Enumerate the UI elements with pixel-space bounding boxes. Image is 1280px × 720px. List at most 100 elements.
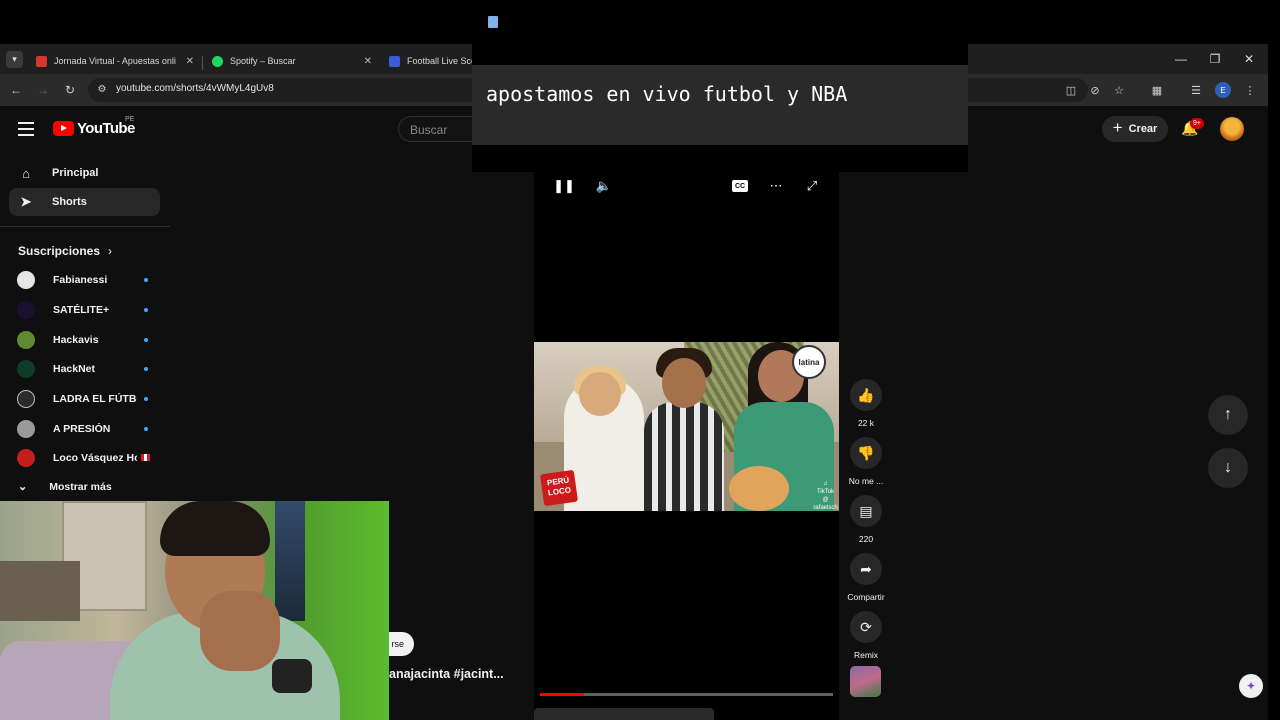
browser-tab-1[interactable]: Jornada Virtual - Apuestas onli ✕ <box>28 48 200 74</box>
more-options-icon[interactable]: ⋯ <box>765 176 787 196</box>
caption-text: apostamos en vivo futbol y NBA <box>486 82 848 106</box>
region-code: PE <box>125 116 135 123</box>
search-placeholder: Buscar <box>410 123 448 137</box>
video-frame[interactable]: latina PERÚ LOCO ♫ TikTok @ rafaelsch <box>534 342 839 511</box>
like-action[interactable]: 👍 22 k <box>848 379 884 428</box>
menu-hamburger-icon[interactable] <box>18 122 34 136</box>
close-tab-icon[interactable]: ✕ <box>364 56 372 67</box>
subscriptions-header[interactable]: Suscripciones › <box>18 244 112 258</box>
webcam-shelf <box>0 561 80 621</box>
share-action[interactable]: ➦ Compartir <box>847 553 885 602</box>
right-black-strip <box>1268 44 1280 720</box>
chevron-down-icon: ⌄ <box>18 481 28 493</box>
thumbs-down-icon[interactable]: 👎 <box>850 437 882 469</box>
install-app-icon[interactable]: ◫ <box>1063 82 1079 98</box>
shorts-icon: ➤ <box>20 194 32 209</box>
next-short-arrow-icon[interactable]: ↓ <box>1208 448 1248 488</box>
channel-name: Hackavis <box>53 334 99 346</box>
show-more-button[interactable]: ⌄ Mostrar más <box>18 480 112 494</box>
close-tab-icon[interactable]: ✕ <box>186 56 194 67</box>
new-content-dot <box>144 278 148 282</box>
new-content-dot <box>144 367 148 371</box>
new-content-dot <box>144 397 148 401</box>
extensions-puzzle-icon[interactable]: ▦ <box>1149 82 1165 98</box>
youtube-logo[interactable]: YouTube PE <box>53 116 135 137</box>
tab-favicon-icon <box>389 55 400 67</box>
reload-icon[interactable]: ↻ <box>60 80 80 100</box>
channel-name: HackNet <box>53 363 96 375</box>
subscriptions-title: Suscripciones <box>18 244 101 258</box>
volume-icon[interactable]: 🔈 <box>593 176 615 196</box>
share-label: Compartir <box>847 592 885 602</box>
remix-icon[interactable]: ⟳ <box>850 611 882 643</box>
audio-source-thumbnail[interactable] <box>850 666 881 697</box>
subscription-item[interactable]: LADRA EL FÚTBOL <box>17 388 157 410</box>
video-person <box>579 372 621 416</box>
channel-avatar <box>17 331 35 349</box>
subscribe-chip-label: rse <box>391 639 404 649</box>
bookmark-star-icon[interactable]: ☆ <box>1111 82 1127 98</box>
tiktok-icon: ♫ <box>823 481 828 487</box>
site-info-icon[interactable]: ⚙ <box>96 84 108 96</box>
pause-icon[interactable]: ❚❚ <box>553 176 575 196</box>
reading-list-icon[interactable]: ☰ <box>1188 82 1204 98</box>
create-label: Crear <box>1128 123 1158 135</box>
caption-overlay-panel: apostamos en vivo futbol y NBA <box>472 0 968 172</box>
address-url: youtube.com/shorts/4vWMyL4gUv8 <box>116 83 274 94</box>
tab-search-button[interactable]: ▾ <box>6 51 23 68</box>
remix-action[interactable]: ⟳ Remix <box>848 611 884 660</box>
share-icon[interactable]: ➦ <box>850 553 882 585</box>
gemini-sparkle-icon[interactable]: ✦ <box>1239 674 1263 698</box>
video-progress-bar[interactable] <box>540 693 833 696</box>
user-avatar[interactable] <box>1220 117 1244 141</box>
show-more-label: Mostrar más <box>49 480 112 493</box>
close-window-icon[interactable]: ✕ <box>1232 44 1266 74</box>
video-person <box>662 358 706 408</box>
browser-menu-icon[interactable]: ⋮ <box>1242 82 1258 98</box>
previous-short-arrow-icon[interactable]: ↑ <box>1208 395 1248 435</box>
like-count: 22 k <box>857 418 875 428</box>
sidebar-item-principal[interactable]: ⌂ Principal <box>9 159 160 187</box>
dislike-action[interactable]: 👎 No me ... <box>848 437 884 486</box>
channel-name: Loco Vásquez Hoy <box>53 452 137 464</box>
comment-icon[interactable]: ▤ <box>850 495 882 527</box>
chevron-right-icon: › <box>108 244 113 258</box>
browser-profile-avatar[interactable]: E <box>1215 82 1231 98</box>
subscription-item[interactable]: HackNet <box>17 358 157 380</box>
channel-avatar <box>17 420 35 438</box>
short-hashtags[interactable]: anajacinta #jacint... <box>389 667 504 681</box>
captions-icon[interactable]: CC <box>729 176 751 196</box>
forward-arrow-icon[interactable]: → <box>33 80 53 100</box>
channel-name: A PRESIÓN <box>53 423 111 435</box>
subscription-item[interactable]: Loco Vásquez Hoy <box>17 447 157 469</box>
subscription-item[interactable]: SATÉLITE+ <box>17 299 157 321</box>
maximize-window-icon[interactable]: ❐ <box>1198 44 1232 74</box>
channel-avatar <box>17 301 35 319</box>
eye-off-icon[interactable]: ⊘ <box>1087 82 1103 98</box>
search-input[interactable]: Buscar <box>398 116 478 142</box>
home-icon: ⌂ <box>22 165 30 181</box>
create-button[interactable]: + Crear <box>1102 116 1168 142</box>
back-arrow-icon[interactable]: ← <box>6 80 26 100</box>
fullscreen-icon[interactable]: ⤢ <box>801 176 823 196</box>
video-progress-fill <box>540 693 584 696</box>
plus-icon: + <box>1112 118 1123 137</box>
tiktok-handle: @ rafaelsch <box>813 497 838 511</box>
subscription-item[interactable]: Hackavis <box>17 329 157 351</box>
browser-tab-3[interactable]: Football Live Sco <box>381 48 481 74</box>
thumbs-up-icon[interactable]: 👍 <box>850 379 882 411</box>
browser-tab-2[interactable]: Spotify – Buscar ✕ <box>204 48 378 74</box>
webcam-watch <box>272 659 312 693</box>
youtube-play-icon <box>53 121 74 136</box>
notification-count-badge: 9+ <box>1190 118 1204 129</box>
sidebar-item-shorts[interactable]: ➤ Shorts <box>9 188 160 216</box>
next-short-preview[interactable] <box>534 708 714 720</box>
sidebar-item-label: Principal <box>52 167 99 179</box>
comments-action[interactable]: ▤ 220 <box>848 495 884 544</box>
subscription-item[interactable]: Fabianessi <box>17 269 157 291</box>
tab-favicon-icon <box>212 55 223 67</box>
minimize-window-icon[interactable]: — <box>1164 44 1198 74</box>
subscription-item[interactable]: A PRESIÓN <box>17 418 157 440</box>
channel-avatar <box>17 449 35 467</box>
channel-avatar <box>17 271 35 289</box>
